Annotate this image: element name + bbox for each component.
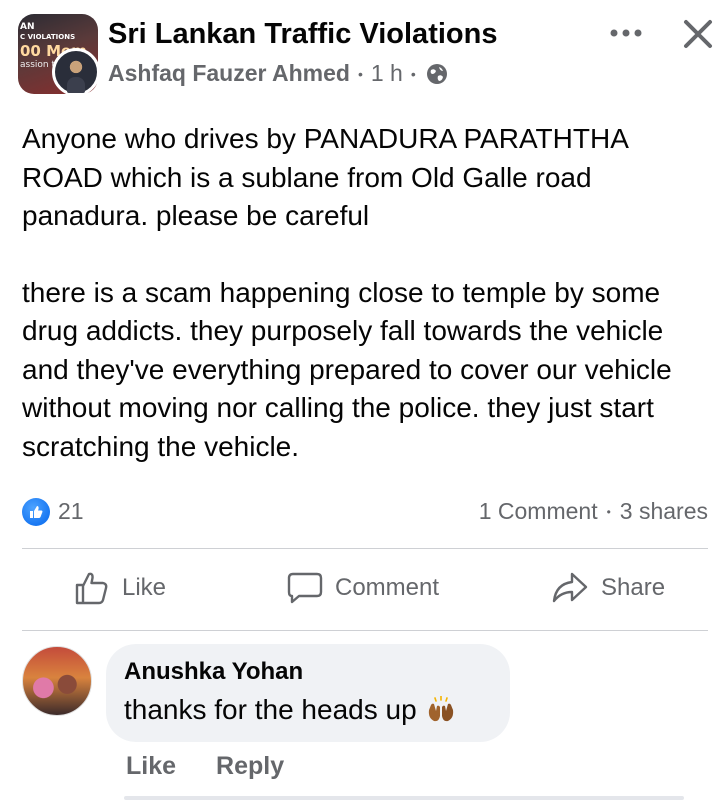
stats-separator: • <box>606 504 611 519</box>
globe-icon <box>426 63 448 85</box>
close-icon <box>684 20 712 48</box>
speech-bubble-icon <box>287 572 323 604</box>
divider <box>22 548 708 549</box>
comment-reply-button[interactable]: Reply <box>216 752 284 781</box>
share-arrow-icon <box>552 572 588 603</box>
share-label: Share <box>601 574 666 601</box>
thumbs-up-icon[interactable] <box>22 498 50 526</box>
author-name[interactable]: Ashfaq Fauzer Ahmed <box>108 60 350 87</box>
post-text: Anyone who drives by PANADURA PARATHTHA … <box>22 120 712 466</box>
stats-right: 1 Comment • 3 shares <box>479 498 708 525</box>
bottom-divider <box>124 796 684 800</box>
reaction-count[interactable]: 21 <box>58 498 84 525</box>
like-label: Like <box>122 574 167 601</box>
post-meta: Ashfaq Fauzer Ahmed • 1 h • <box>108 60 448 87</box>
comment-count[interactable]: 1 Comment <box>479 498 598 525</box>
comment-text: thanks for the heads up <box>124 694 417 725</box>
thumbs-up-outline-icon <box>75 572 108 605</box>
close-button[interactable] <box>676 12 720 56</box>
post-time[interactable]: 1 h <box>371 60 403 87</box>
like-button[interactable]: Like <box>74 570 166 606</box>
meta-separator: • <box>410 65 416 82</box>
more-options-button[interactable] <box>608 18 644 48</box>
comment-button[interactable]: Comment <box>287 570 439 606</box>
author-avatar[interactable] <box>52 48 100 96</box>
commenter-avatar[interactable] <box>22 646 92 716</box>
more-icon <box>610 29 642 37</box>
comment-actions: Like Reply <box>126 752 284 781</box>
share-button[interactable]: Share <box>551 570 665 606</box>
group-name[interactable]: Sri Lankan Traffic Violations <box>108 18 497 51</box>
post-header: AN C VIOLATIONS 00 Mem assion to Sri Lan… <box>0 0 728 110</box>
comment-bubble[interactable]: Anushka Yohan thanks for the heads up <box>106 644 510 742</box>
comment-text-row: thanks for the heads up <box>124 694 457 726</box>
group-avatar-text-line: C VIOLATIONS <box>20 33 76 41</box>
post-paragraph: there is a scam happening close to templ… <box>22 276 680 462</box>
post-paragraph: Anyone who drives by PANADURA PARATHTHA … <box>22 123 636 231</box>
divider <box>22 630 708 631</box>
clapping-hands-emoji <box>425 695 457 724</box>
meta-separator: • <box>357 65 363 82</box>
share-count[interactable]: 3 shares <box>620 498 708 525</box>
comment-like-button[interactable]: Like <box>126 752 176 781</box>
post-actions: Like Comment Share <box>0 560 728 620</box>
group-avatar-text-top: AN <box>20 22 35 32</box>
post-stats: 21 1 Comment • 3 shares <box>0 492 728 532</box>
comment-author[interactable]: Anushka Yohan <box>124 658 303 686</box>
comment-label: Comment <box>335 574 440 601</box>
